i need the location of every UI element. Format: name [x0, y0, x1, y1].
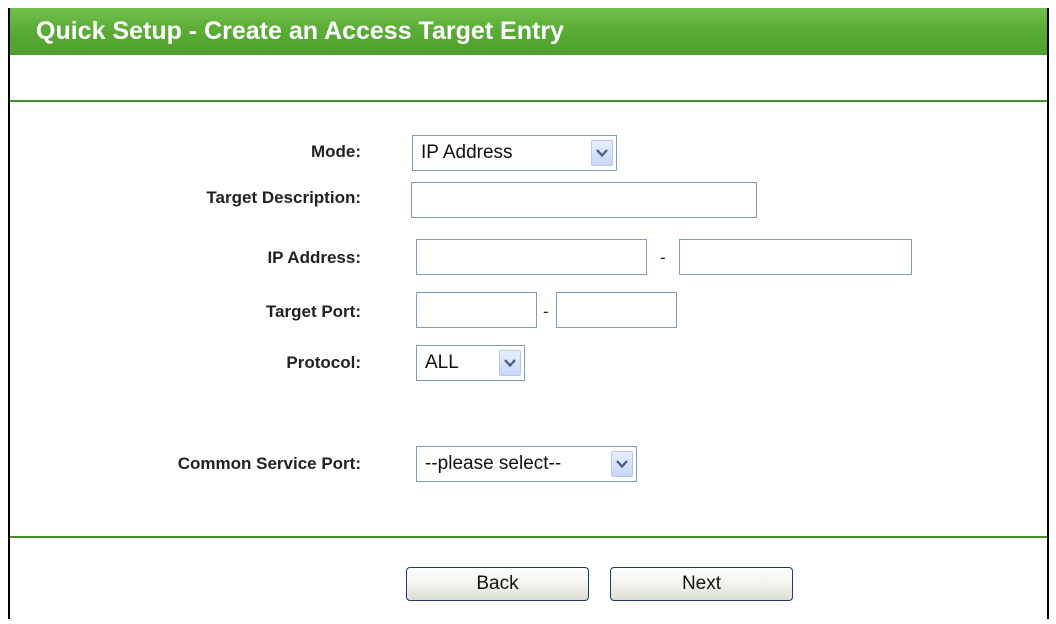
target-description-field[interactable] — [411, 182, 757, 218]
protocol-select[interactable]: ALL — [416, 345, 525, 381]
mode-select[interactable]: IP Address — [412, 135, 617, 171]
common-service-port-select-value: --please select-- — [425, 453, 562, 474]
ip-address-end-field[interactable] — [679, 239, 912, 275]
target-description-label: Target Description: — [206, 188, 361, 207]
ip-address-label: IP Address: — [267, 248, 361, 267]
next-button[interactable]: Next — [610, 567, 793, 601]
footer-divider — [10, 536, 1047, 538]
back-button[interactable]: Back — [406, 567, 589, 601]
protocol-label: Protocol: — [286, 353, 361, 372]
chevron-down-icon[interactable] — [591, 140, 613, 166]
ip-address-separator: - — [660, 248, 666, 267]
page-title: Quick Setup - Create an Access Target En… — [10, 8, 1047, 55]
common-service-port-label: Common Service Port: — [177, 454, 361, 473]
mode-select-value: IP Address — [421, 142, 513, 163]
target-port-separator: - — [543, 302, 549, 321]
target-port-start-field[interactable] — [416, 292, 537, 328]
target-port-label: Target Port: — [265, 302, 361, 321]
header-divider — [10, 100, 1047, 102]
protocol-select-value: ALL — [425, 352, 459, 373]
ip-address-start-field[interactable] — [416, 239, 647, 275]
mode-label: Mode: — [310, 142, 361, 161]
chevron-down-icon[interactable] — [611, 451, 633, 477]
quick-setup-panel: Quick Setup - Create an Access Target En… — [8, 8, 1049, 619]
target-port-end-field[interactable] — [556, 292, 677, 328]
chevron-down-icon[interactable] — [499, 350, 521, 376]
common-service-port-select[interactable]: --please select-- — [416, 446, 637, 482]
